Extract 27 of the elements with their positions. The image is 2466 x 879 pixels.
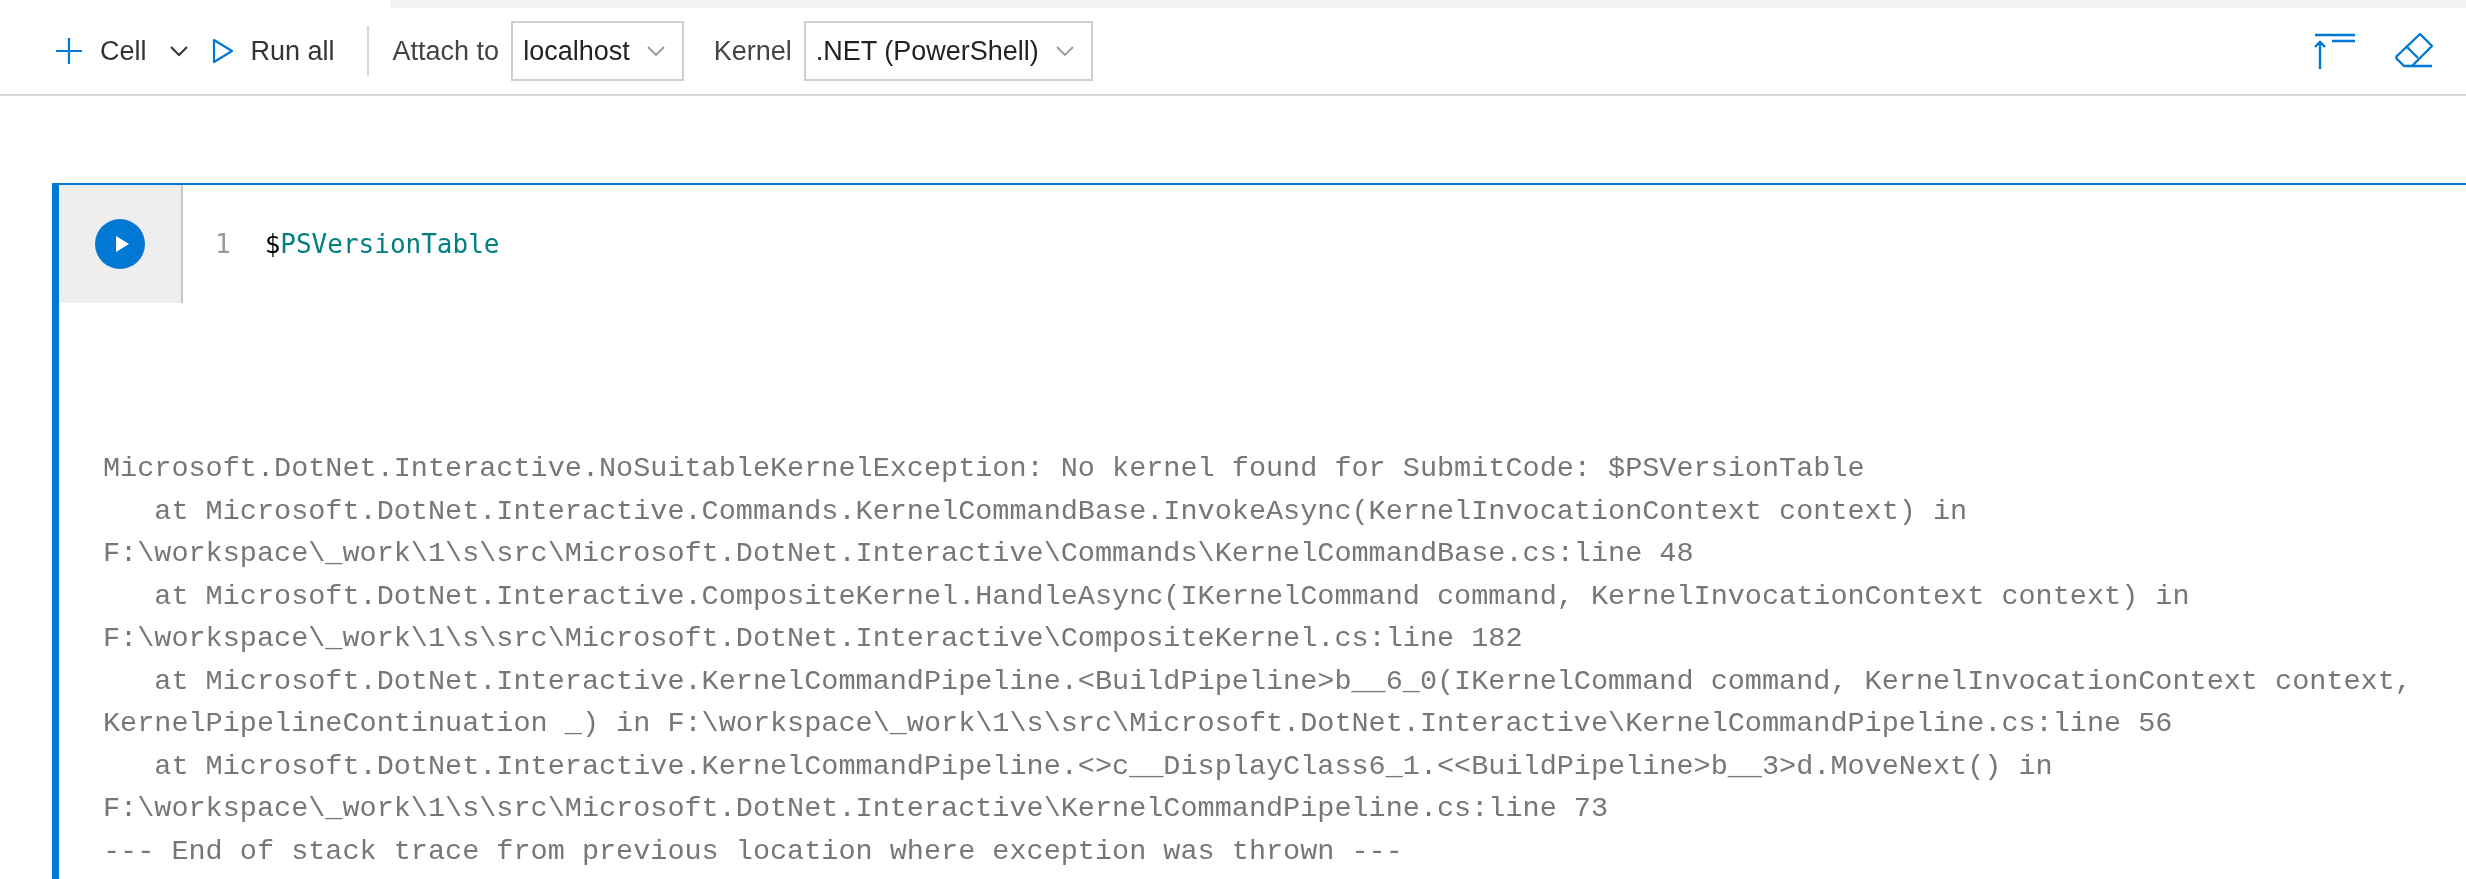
run-all-button[interactable]: Run all	[206, 29, 339, 73]
add-cell-button[interactable]: Cell	[50, 29, 193, 73]
chevron-down-icon	[1054, 45, 1075, 57]
eraser-icon	[2394, 32, 2434, 70]
dropdown-label: Kernel	[713, 35, 792, 67]
dropdown[interactable]: localhost	[511, 21, 684, 81]
error-output-line: at Microsoft.DotNet.Interactive.CompositeKernel.HandleAsync(IKernelCommand command, KernelInvocationContext context) in	[153, 578, 2191, 615]
arrow-up-lines-icon	[2314, 33, 2356, 69]
line-number: 1	[215, 229, 231, 259]
play-icon	[114, 235, 130, 253]
code-line[interactable]: $PSVersionTable	[264, 229, 500, 259]
error-output-line: F:\workspace\_work\1\s\src\Microsoft.DotNet.Interactive\KernelCommandPipeline.cs:line 73	[103, 791, 1610, 827]
error-output-line: at Microsoft.DotNet.Interactive.Commands.KernelCommandBase.InvokeAsync(KernelInvocationContext context) in	[153, 493, 1969, 530]
error-output-line: KernelPipelineContinuation _) in F:\workspace\_work\1\s\src\Microsoft.DotNet.Interactive\KernelCommandPipeline.cs:line 56	[103, 706, 2174, 742]
error-output-line: Microsoft.DotNet.Interactive.NoSuitableKernelException: No kernel found for SubmitCode: $PSVersionTable	[103, 451, 1866, 487]
error-output-line: F:\workspace\_work\1\s\src\Microsoft.DotNet.Interactive\CompositeKernel.cs:line 182	[103, 621, 1524, 657]
error-output-line: --- End of stack trace from previous location where exception was thrown ---	[103, 833, 1404, 870]
chevron-down-icon	[645, 45, 666, 57]
dropdown-label: Attach to	[392, 35, 500, 67]
error-output-line: at Microsoft.DotNet.Interactive.KernelCommandPipeline.<BuildPipeline>b__6_0(IKernelCommand command, KernelInvocationContext context,	[153, 663, 2413, 700]
dropdown[interactable]: .NET (PowerShell)	[803, 21, 1093, 81]
error-output-line: at Microsoft.DotNet.Interactive.KernelCommandPipeline.<>c__DisplayClass6_1.<<BuildPipeline>b__3>d.MoveNext() in	[153, 748, 2054, 785]
run-cell-button[interactable]	[95, 219, 145, 269]
notebook-cell[interactable]	[52, 183, 2466, 879]
plus-icon	[54, 36, 84, 66]
error-output-line: F:\workspace\_work\1\s\src\Microsoft.DotNet.Interactive\Commands\KernelCommandBase.cs:line 48	[103, 536, 1695, 572]
play-icon	[210, 37, 235, 65]
